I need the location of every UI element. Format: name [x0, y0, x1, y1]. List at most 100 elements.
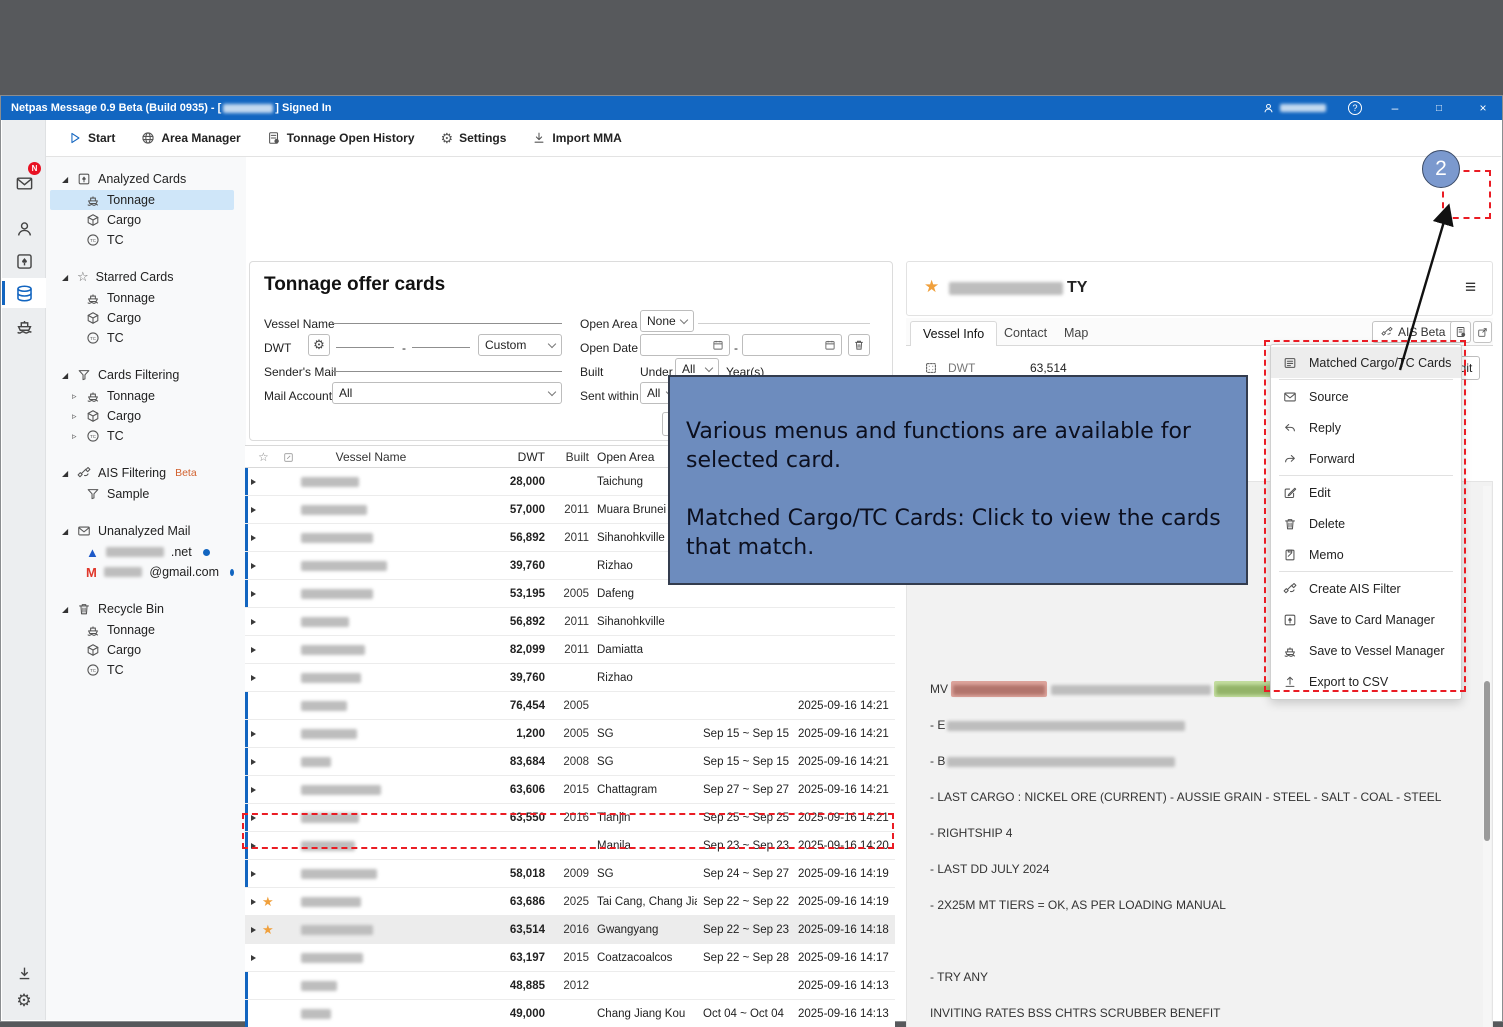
tree-item-cargo[interactable]: Cargo — [50, 640, 234, 660]
expander-icon[interactable]: ◢ — [62, 371, 70, 380]
tree-item-tonnage[interactable]: ▹Tonnage — [50, 386, 234, 406]
star-icon[interactable]: ★ — [262, 916, 274, 944]
dwt-settings-button[interactable]: ⚙ — [308, 334, 330, 356]
close-button[interactable]: × — [1472, 101, 1494, 115]
open-area-select[interactable]: None — [640, 310, 694, 332]
tree-item-tc[interactable]: TCTC — [50, 230, 234, 250]
toolbar-area-manager[interactable]: Area Manager — [141, 131, 240, 145]
menu-item-create-ais-filter[interactable]: Create AIS Filter — [1271, 573, 1461, 604]
menu-item-memo[interactable]: Memo — [1271, 539, 1461, 570]
expand-arrow-icon[interactable] — [251, 563, 256, 569]
star-icon[interactable]: ★ — [924, 277, 939, 297]
table-row[interactable]: 63,5502016TianjinSep 25 ~ Sep 252025-09-… — [245, 804, 895, 832]
ais-beta-button[interactable]: AIS Beta — [1372, 321, 1454, 343]
tree-item-tonnage[interactable]: Tonnage — [50, 288, 234, 308]
expander-icon[interactable]: ◢ — [62, 527, 70, 536]
rail-vessel-button[interactable] — [2, 310, 46, 340]
rail-card-manager-button[interactable] — [2, 278, 46, 308]
menu-item-matched-cargo-tc-cards[interactable]: Matched Cargo/TC Cards — [1271, 347, 1461, 378]
star-icon[interactable]: ★ — [262, 888, 274, 916]
table-row[interactable]: 83,6842008SGSep 15 ~ Sep 152025-09-16 14… — [245, 748, 895, 776]
expand-arrow-icon[interactable] — [251, 619, 256, 625]
memo-column-header[interactable] — [283, 446, 303, 467]
table-row[interactable]: 39,760Rizhao — [245, 664, 895, 692]
tab-map[interactable]: Map — [1052, 321, 1100, 347]
menu-item-source[interactable]: Source — [1271, 381, 1461, 412]
tree-item-tc[interactable]: TCTC — [50, 328, 234, 348]
signed-in-user[interactable] — [1262, 102, 1326, 115]
tree-item-tonnage[interactable]: Tonnage — [50, 620, 234, 640]
dwt-min-input[interactable] — [336, 330, 394, 348]
tab-contact[interactable]: Contact — [992, 321, 1059, 347]
tree-item-tc[interactable]: TCTC — [50, 660, 234, 680]
tree-group-recycle-bin[interactable]: ◢Recycle Bin — [50, 599, 242, 619]
tree-item-mail-account-0[interactable]: ▲.net — [50, 542, 234, 562]
maximize-button[interactable]: □ — [1428, 103, 1450, 114]
tree-group-starred-cards[interactable]: ◢☆Starred Cards — [50, 267, 242, 287]
mail-account-select[interactable]: All — [332, 382, 562, 404]
rail-download-button[interactable] — [2, 958, 46, 988]
expand-arrow-icon[interactable] — [251, 675, 256, 681]
tree-group-ais-filtering[interactable]: ◢AIS FilteringBeta — [50, 463, 242, 483]
open-date-to-input[interactable] — [742, 334, 842, 356]
expand-arrow-icon[interactable] — [251, 843, 256, 849]
open-date-from-input[interactable] — [640, 334, 730, 356]
rail-cards-button[interactable] — [2, 246, 46, 276]
dwt-mode-select[interactable]: Custom — [478, 334, 562, 356]
expand-arrow-icon[interactable] — [251, 871, 256, 877]
collapsed-arrow-icon[interactable]: ▹ — [72, 391, 79, 402]
menu-item-export-to-csv[interactable]: Export to CSV — [1271, 666, 1461, 697]
expand-arrow-icon[interactable] — [251, 927, 256, 933]
dwt-max-input[interactable] — [412, 330, 470, 348]
tree-item-sample[interactable]: Sample — [50, 484, 234, 504]
toolbar-tonnage-open-history[interactable]: Tonnage Open History — [267, 131, 415, 145]
expand-arrow-icon[interactable] — [251, 535, 256, 541]
open-history-button[interactable] — [1450, 321, 1471, 343]
tree-item-cargo[interactable]: Cargo — [50, 308, 234, 328]
vessel-name-header[interactable]: Vessel Name — [301, 446, 441, 467]
rail-contacts-button[interactable] — [2, 214, 46, 244]
tab-vessel-info[interactable]: Vessel Info — [910, 321, 997, 347]
tree-group-unanalyzed-mail[interactable]: ◢Unanalyzed Mail — [50, 521, 242, 541]
table-row[interactable]: 82,0992011Damiatta — [245, 636, 895, 664]
menu-item-save-to-card-manager[interactable]: Save to Card Manager — [1271, 604, 1461, 635]
tree-group-cards-filtering[interactable]: ◢Cards Filtering — [50, 365, 242, 385]
menu-item-save-to-vessel-manager[interactable]: Save to Vessel Manager — [1271, 635, 1461, 666]
expand-arrow-icon[interactable] — [251, 591, 256, 597]
tree-item-cargo[interactable]: Cargo — [50, 210, 234, 230]
tree-item-tc[interactable]: ▹TCTC — [50, 426, 234, 446]
expander-icon[interactable]: ◢ — [62, 469, 70, 478]
tree-item-cargo[interactable]: ▹Cargo — [50, 406, 234, 426]
tree-item-tonnage[interactable]: Tonnage — [50, 190, 234, 210]
table-row[interactable]: 1,2002005SGSep 15 ~ Sep 152025-09-16 14:… — [245, 720, 895, 748]
expand-arrow-icon[interactable] — [251, 759, 256, 765]
menu-item-delete[interactable]: Delete — [1271, 508, 1461, 539]
collapsed-arrow-icon[interactable]: ▹ — [72, 411, 79, 422]
clear-dates-button[interactable] — [848, 334, 870, 356]
detail-scrollbar-thumb[interactable] — [1484, 681, 1490, 841]
toolbar-import-mma[interactable]: Import MMA — [532, 131, 621, 145]
table-row[interactable]: 76,45420052025-09-16 14:21 — [245, 692, 895, 720]
table-row[interactable]: 63,6062015ChattagramSep 27 ~ Sep 272025-… — [245, 776, 895, 804]
expand-arrow-icon[interactable] — [251, 479, 256, 485]
minimize-button[interactable]: – — [1384, 101, 1406, 115]
toolbar-start[interactable]: Start — [68, 131, 115, 145]
table-row[interactable]: ★63,6862025Tai Cang, Chang Jia...Sep 22 … — [245, 888, 895, 916]
rail-settings-button[interactable]: ⚙ — [2, 986, 46, 1016]
table-row-selected[interactable]: ★63,5142016GwangyangSep 22 ~ Sep 232025-… — [245, 916, 895, 944]
senders-mail-input[interactable] — [332, 354, 562, 372]
table-row[interactable]: 49,000Chang Jiang KouOct 04 ~ Oct 042025… — [245, 1000, 895, 1027]
menu-item-forward[interactable]: Forward — [1271, 443, 1461, 474]
table-row[interactable]: ManilaSep 23 ~ Sep 232025-09-16 14:20 — [245, 832, 895, 860]
tree-group-analyzed-cards[interactable]: ◢Analyzed Cards — [50, 169, 242, 189]
expander-icon[interactable]: ◢ — [62, 273, 70, 282]
table-row[interactable]: 63,1972015CoatzacoalcosSep 22 ~ Sep 2820… — [245, 944, 895, 972]
rail-mail-button[interactable]: N — [2, 168, 46, 198]
expand-arrow-icon[interactable] — [251, 955, 256, 961]
toolbar-settings[interactable]: ⚙Settings — [441, 130, 507, 147]
collapsed-arrow-icon[interactable]: ▹ — [72, 431, 79, 442]
expand-arrow-icon[interactable] — [251, 787, 256, 793]
table-row[interactable]: 56,8922011Sihanohkville — [245, 608, 895, 636]
expand-arrow-icon[interactable] — [251, 899, 256, 905]
expander-icon[interactable]: ◢ — [62, 605, 70, 614]
